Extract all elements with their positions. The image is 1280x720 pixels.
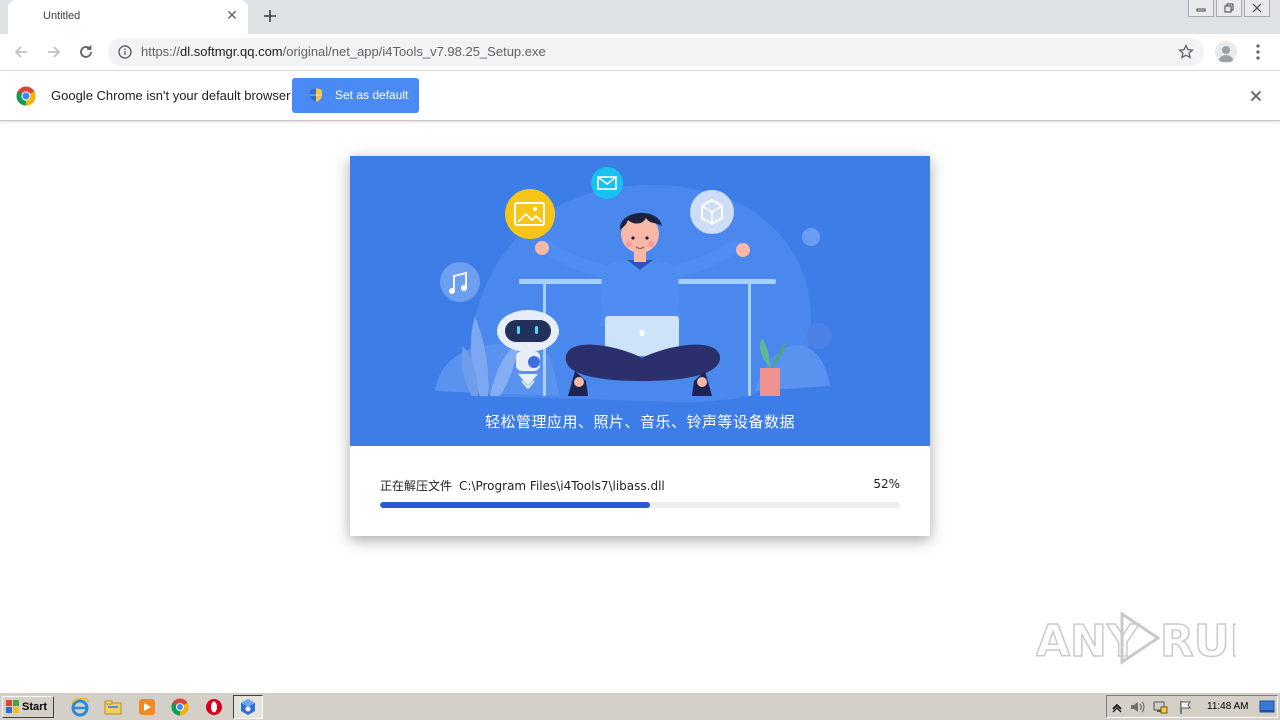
anyrun-watermark-logo: ANY RUN: [1036, 611, 1236, 668]
windows-taskbar: Start 11:48 AM: [0, 692, 1280, 720]
system-tray: 11:48 AM: [1106, 695, 1278, 718]
action-center-flag-icon[interactable]: [1177, 699, 1193, 715]
status-file-path: C:\Program Files\i4Tools7\libass.dll: [459, 479, 665, 493]
uac-shield-icon: [310, 88, 322, 102]
default-browser-infobar: Google Chrome isn't your default browser…: [0, 71, 1280, 121]
i4tools-icon: [241, 699, 255, 715]
close-icon[interactable]: [1244, 0, 1270, 17]
installer-banner: 轻松管理应用、照片、音乐、铃声等设备数据: [350, 156, 930, 446]
minimize-icon[interactable]: [1188, 0, 1214, 17]
windows-flag-icon: [6, 700, 19, 713]
start-button[interactable]: Start: [2, 696, 54, 718]
start-label: Start: [22, 701, 48, 713]
set-as-default-label: Set as default: [335, 88, 409, 102]
url-scheme: https://: [141, 44, 181, 59]
browser-toolbar: https://dl.softmgr.qq.com/original/net_a…: [0, 34, 1280, 71]
bookmark-star-icon[interactable]: [1178, 44, 1194, 60]
ie-icon[interactable]: [70, 697, 90, 717]
taskbar-clock[interactable]: 11:48 AM: [1207, 701, 1249, 712]
cube-bubble-icon: [690, 190, 734, 234]
chrome-icon[interactable]: [170, 697, 190, 717]
plus-icon[interactable]: [262, 8, 278, 24]
music-bubble-icon: [440, 262, 480, 302]
url-text[interactable]: https://dl.softmgr.qq.com/original/net_a…: [141, 44, 546, 59]
infobar-close-icon[interactable]: [1248, 88, 1264, 104]
media-player-icon[interactable]: [137, 697, 157, 717]
image-bubble-icon: [505, 189, 555, 239]
window-controls: [1186, 0, 1270, 18]
back-arrow-icon[interactable]: [12, 43, 30, 61]
kebab-menu-icon[interactable]: [1250, 43, 1266, 61]
opera-icon[interactable]: [204, 697, 224, 717]
progress-fill: [380, 502, 651, 508]
mail-bubble-icon: [591, 167, 623, 199]
progress-bar: [380, 502, 900, 508]
profile-avatar-icon[interactable]: [1215, 41, 1237, 63]
show-hidden-icons-icon[interactable]: [1109, 699, 1125, 715]
infobar-message: Google Chrome isn't your default browser: [51, 88, 291, 103]
taskbar-active-app[interactable]: [233, 695, 263, 719]
forward-arrow-icon[interactable]: [45, 43, 63, 61]
show-desktop-icon[interactable]: [1259, 699, 1275, 715]
volume-icon[interactable]: [1129, 699, 1145, 715]
url-host: dl.softmgr.qq.com: [180, 44, 283, 59]
restore-icon[interactable]: [1216, 0, 1242, 17]
tab-strip: Untitled ✕: [0, 0, 1280, 34]
status-label: 正在解压文件: [380, 479, 453, 493]
chrome-logo-icon: [16, 86, 36, 106]
info-icon[interactable]: [118, 45, 132, 59]
progress-percent: 52%: [873, 477, 900, 491]
installer-tagline: 轻松管理应用、照片、音乐、铃声等设备数据: [484, 413, 795, 431]
tab-title: Untitled: [43, 10, 81, 22]
network-icon[interactable]: [1152, 699, 1168, 715]
browser-tab[interactable]: Untitled ✕: [8, 0, 248, 34]
banner-illustration: [435, 167, 832, 403]
address-bar[interactable]: https://dl.softmgr.qq.com/original/net_a…: [108, 38, 1204, 66]
installer-window: 轻松管理应用、照片、音乐、铃声等设备数据 正在解压文件 C:\Program Fi…: [350, 156, 930, 536]
set-as-default-button[interactable]: Set as default: [292, 78, 419, 113]
tab-close-icon[interactable]: ✕: [224, 8, 240, 24]
extract-status: 正在解压文件 C:\Program Files\i4Tools7\libass.d…: [380, 477, 665, 494]
reload-icon[interactable]: [77, 43, 95, 61]
url-path: /original/net_app/i4Tools_v7.98.25_Setup…: [282, 44, 546, 59]
explorer-icon[interactable]: [103, 697, 123, 717]
svg-text:RUN: RUN: [1160, 616, 1236, 667]
